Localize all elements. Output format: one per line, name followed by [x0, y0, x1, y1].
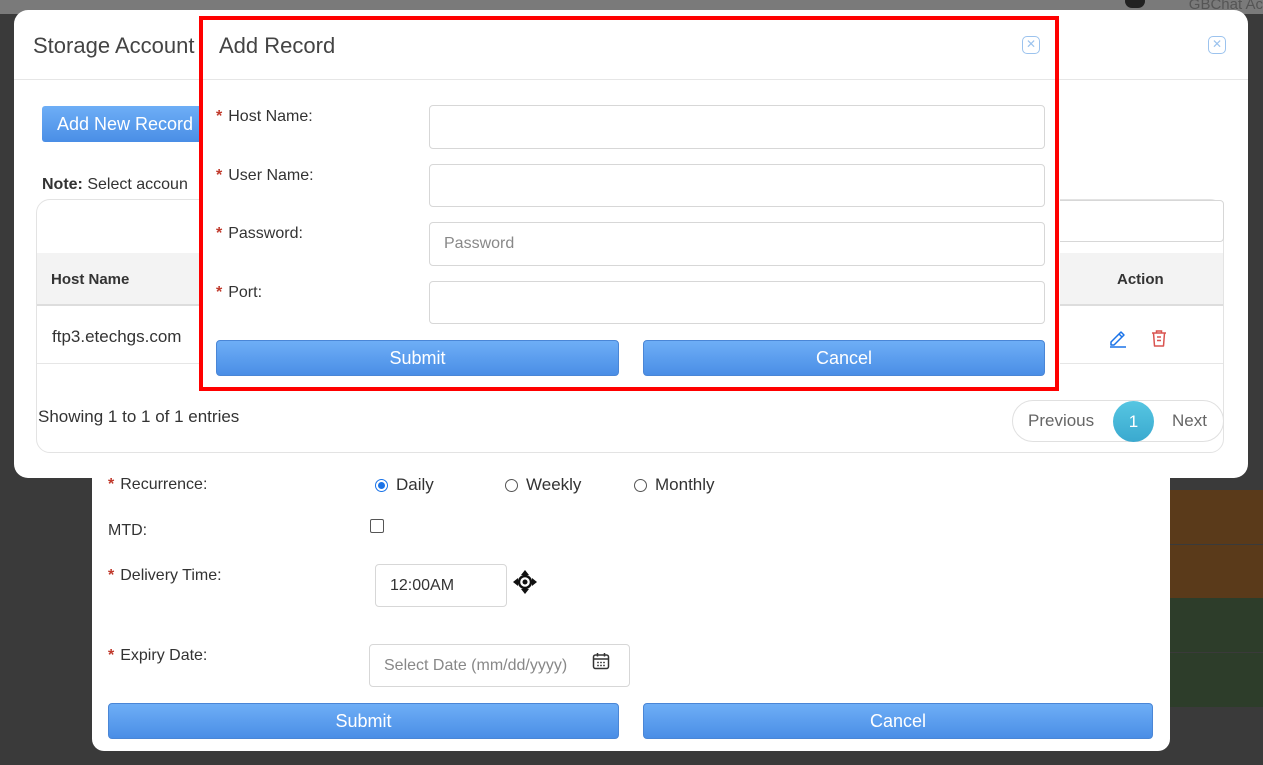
background-row [1170, 490, 1263, 544]
column-action: Action [1117, 271, 1164, 288]
user-name-label: * User Name: [216, 167, 314, 184]
note-label: Note: [42, 176, 83, 193]
pagination-previous[interactable]: Previous [1028, 411, 1094, 431]
port-input[interactable] [429, 281, 1045, 324]
port-label: * Port: [216, 284, 263, 301]
add-record-submit-button[interactable]: Submit [216, 340, 619, 376]
password-placeholder: Password [444, 235, 515, 252]
radio-monthly[interactable]: Monthly [634, 475, 715, 495]
host-name-label: * Host Name: [216, 108, 313, 125]
password-label: * Password: [216, 225, 303, 242]
cell-host-name: ftp3.etechgs.com [52, 327, 182, 346]
expiry-date-label: * Expiry Date: [108, 647, 208, 664]
radio-weekly-label: Weekly [526, 475, 582, 494]
table-info: Showing 1 to 1 of 1 entries [38, 407, 240, 426]
pagination-page-1[interactable]: 1 [1113, 401, 1154, 442]
delivery-time-label: * Delivery Time: [108, 567, 222, 584]
host-name-input[interactable] [429, 105, 1045, 149]
add-record-cancel-button[interactable]: Cancel [643, 340, 1045, 376]
radio-weekly[interactable]: Weekly [505, 475, 581, 495]
form-cancel-button[interactable]: Cancel [643, 703, 1153, 739]
radio-weekly-button[interactable] [505, 478, 518, 492]
calendar-icon[interactable] [592, 652, 610, 670]
add-record-modal: Add Record ✕ * Host Name: * User Name: * Pa… [202, 10, 1060, 388]
form-submit-button[interactable]: Submit [108, 703, 619, 739]
radio-monthly-button[interactable] [634, 478, 647, 492]
user-name-input[interactable] [429, 164, 1045, 207]
pagination-next[interactable]: Next [1172, 411, 1207, 431]
expiry-date-placeholder: Select Date (mm/dd/yyyy) [384, 656, 568, 674]
radio-monthly-label: Monthly [655, 475, 715, 494]
background-row [1170, 545, 1263, 599]
radio-daily-button[interactable] [375, 478, 388, 492]
delivery-time-input[interactable]: 12:00AM [375, 564, 507, 607]
delete-icon[interactable] [1149, 328, 1169, 348]
recurrence-label: * Recurrence: [108, 476, 208, 493]
password-input[interactable]: Password [429, 222, 1045, 266]
radio-daily[interactable]: Daily [375, 475, 434, 495]
note-body: Select accoun [87, 176, 188, 193]
mtd-checkbox[interactable] [370, 519, 384, 533]
mtd-label: MTD: [108, 522, 148, 539]
column-host-name[interactable]: Host Name [51, 271, 129, 288]
edit-icon[interactable] [1108, 328, 1128, 348]
add-record-title: Add Record [219, 33, 336, 58]
radio-daily-label: Daily [396, 475, 434, 494]
close-icon[interactable]: ✕ [1208, 36, 1226, 54]
close-icon[interactable]: ✕ [1022, 36, 1040, 54]
move-icon[interactable] [512, 569, 538, 595]
background-row [1170, 598, 1263, 652]
storage-modal-title: Storage Account [33, 33, 195, 58]
delivery-time-value: 12:00AM [390, 576, 455, 594]
add-record-header: Add Record ✕ [202, 10, 1060, 80]
background-row [1170, 653, 1263, 707]
pagination: Previous 1 Next [1012, 400, 1224, 442]
note-text: Note: Select accoun [42, 176, 188, 194]
table-search-input[interactable] [1036, 200, 1224, 242]
expiry-date-input[interactable]: Select Date (mm/dd/yyyy) [369, 644, 630, 687]
add-new-record-button[interactable]: Add New Record [42, 106, 217, 142]
